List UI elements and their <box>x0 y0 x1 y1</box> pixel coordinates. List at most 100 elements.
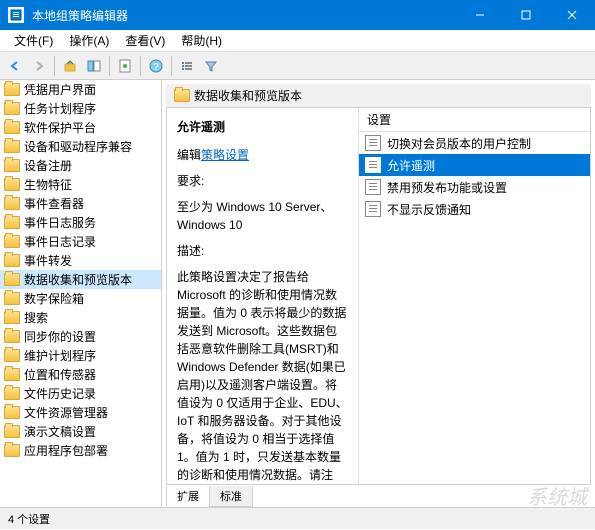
tree-item-label: 设备和驱动程序兼容 <box>24 138 132 155</box>
folder-icon <box>4 425 20 438</box>
statusbar: 4 个设置 <box>0 507 595 529</box>
tree-item[interactable]: 事件转发 <box>0 251 161 270</box>
tree-item[interactable]: 生物特征 <box>0 175 161 194</box>
folder-icon <box>4 121 20 134</box>
folder-icon <box>4 368 20 381</box>
tree-item-label: 数据收集和预览版本 <box>24 271 132 288</box>
tree-item[interactable]: 文件历史记录 <box>0 384 161 403</box>
tree-item-label: 文件资源管理器 <box>24 404 108 421</box>
tree-item[interactable]: 设备和驱动程序兼容 <box>0 137 161 156</box>
tree-item[interactable]: 数据收集和预览版本 <box>0 270 161 289</box>
setting-label: 允许遥测 <box>387 157 435 174</box>
status-text: 4 个设置 <box>8 511 50 527</box>
folder-icon <box>4 444 20 457</box>
setting-label: 禁用预发布功能或设置 <box>387 179 507 196</box>
tree-item[interactable]: 数字保险箱 <box>0 289 161 308</box>
close-button[interactable] <box>549 0 595 30</box>
policy-icon <box>365 201 381 217</box>
folder-icon <box>4 197 20 210</box>
list-button[interactable] <box>176 55 198 77</box>
tree-item-label: 软件保护平台 <box>24 119 96 136</box>
folder-icon <box>4 406 20 419</box>
tree-item[interactable]: 设备注册 <box>0 156 161 175</box>
setting-row[interactable]: 不显示反馈通知 <box>359 198 590 220</box>
tree-item-label: 事件日志服务 <box>24 214 96 231</box>
menubar: 文件(F) 操作(A) 查看(V) 帮助(H) <box>0 30 595 52</box>
setting-label: 切换对会员版本的用户控制 <box>387 135 531 152</box>
content-title: 数据收集和预览版本 <box>194 87 302 104</box>
help-button[interactable]: ? <box>145 55 167 77</box>
toolbar: ? <box>0 52 595 80</box>
policy-icon <box>365 135 381 151</box>
folder-icon <box>4 102 20 115</box>
tree-item-label: 事件查看器 <box>24 195 84 212</box>
settings-pane: 设置 切换对会员版本的用户控制允许遥测禁用预发布功能或设置不显示反馈通知 <box>359 108 590 484</box>
folder-icon <box>4 254 20 267</box>
app-icon <box>8 7 24 23</box>
settings-column-header[interactable]: 设置 <box>359 108 590 132</box>
tree-item[interactable]: 位置和传感器 <box>0 365 161 384</box>
folder-icon <box>4 83 20 96</box>
tree-item[interactable]: 软件保护平台 <box>0 118 161 137</box>
folder-icon <box>4 311 20 324</box>
forward-button[interactable] <box>28 55 50 77</box>
window-title: 本地组策略编辑器 <box>32 7 457 24</box>
folder-icon <box>4 216 20 229</box>
setting-label: 不显示反馈通知 <box>387 201 471 218</box>
tree-item-label: 凭据用户界面 <box>24 81 96 98</box>
up-button[interactable] <box>59 55 81 77</box>
folder-icon <box>4 387 20 400</box>
folder-icon <box>4 159 20 172</box>
tree-item-label: 同步你的设置 <box>24 328 96 345</box>
tree-item-label: 设备注册 <box>24 157 72 174</box>
tree-item-label: 数字保险箱 <box>24 290 84 307</box>
back-button[interactable] <box>4 55 26 77</box>
tree-item[interactable]: 演示文稿设置 <box>0 422 161 441</box>
nav-tree[interactable]: 凭据用户界面任务计划程序软件保护平台设备和驱动程序兼容设备注册生物特征事件查看器… <box>0 80 162 507</box>
menu-action[interactable]: 操作(A) <box>61 30 117 51</box>
properties-button[interactable] <box>114 55 136 77</box>
tree-item-label: 应用程序包部署 <box>24 442 108 459</box>
setting-row[interactable]: 切换对会员版本的用户控制 <box>359 132 590 154</box>
tree-item[interactable]: 维护计划程序 <box>0 346 161 365</box>
folder-icon <box>4 349 20 362</box>
requirement-label: 要求: <box>177 172 348 190</box>
tree-item[interactable]: 凭据用户界面 <box>0 80 161 99</box>
maximize-button[interactable] <box>503 0 549 30</box>
tree-item[interactable]: 事件查看器 <box>0 194 161 213</box>
tab-extended[interactable]: 扩展 <box>166 486 210 507</box>
folder-icon <box>4 273 20 286</box>
show-tree-button[interactable] <box>83 55 105 77</box>
folder-icon <box>4 292 20 305</box>
view-tabs: 扩展 标准 <box>162 485 595 507</box>
tree-item[interactable]: 事件日志服务 <box>0 213 161 232</box>
tree-item[interactable]: 任务计划程序 <box>0 99 161 118</box>
minimize-button[interactable] <box>457 0 503 30</box>
setting-row[interactable]: 允许遥测 <box>359 154 590 176</box>
tree-item[interactable]: 应用程序包部署 <box>0 441 161 460</box>
menu-help[interactable]: 帮助(H) <box>173 30 230 51</box>
description-text: 此策略设置决定了报告给 Microsoft 的诊断和使用情况数据量。值为 0 表… <box>177 268 348 484</box>
tab-standard[interactable]: 标准 <box>209 486 253 507</box>
menu-view[interactable]: 查看(V) <box>117 30 173 51</box>
folder-icon <box>4 140 20 153</box>
folder-icon <box>4 178 20 191</box>
folder-icon <box>174 89 190 102</box>
detail-title: 允许遥测 <box>177 118 348 136</box>
tree-item-label: 生物特征 <box>24 176 72 193</box>
tree-item-label: 维护计划程序 <box>24 347 96 364</box>
tree-item-label: 任务计划程序 <box>24 100 96 117</box>
content-header: 数据收集和预览版本 <box>166 84 591 108</box>
tree-item-label: 事件转发 <box>24 252 72 269</box>
policy-icon <box>365 157 381 173</box>
tree-item[interactable]: 同步你的设置 <box>0 327 161 346</box>
filter-button[interactable] <box>200 55 222 77</box>
tree-item[interactable]: 搜索 <box>0 308 161 327</box>
menu-file[interactable]: 文件(F) <box>6 30 61 51</box>
tree-item[interactable]: 事件日志记录 <box>0 232 161 251</box>
setting-row[interactable]: 禁用预发布功能或设置 <box>359 176 590 198</box>
tree-item[interactable]: 文件资源管理器 <box>0 403 161 422</box>
detail-pane: 允许遥测 编辑策略设置 要求: 至少为 Windows 10 Server、Wi… <box>167 108 359 484</box>
description-label: 描述: <box>177 242 348 260</box>
edit-policy-link[interactable]: 策略设置 <box>201 148 249 162</box>
